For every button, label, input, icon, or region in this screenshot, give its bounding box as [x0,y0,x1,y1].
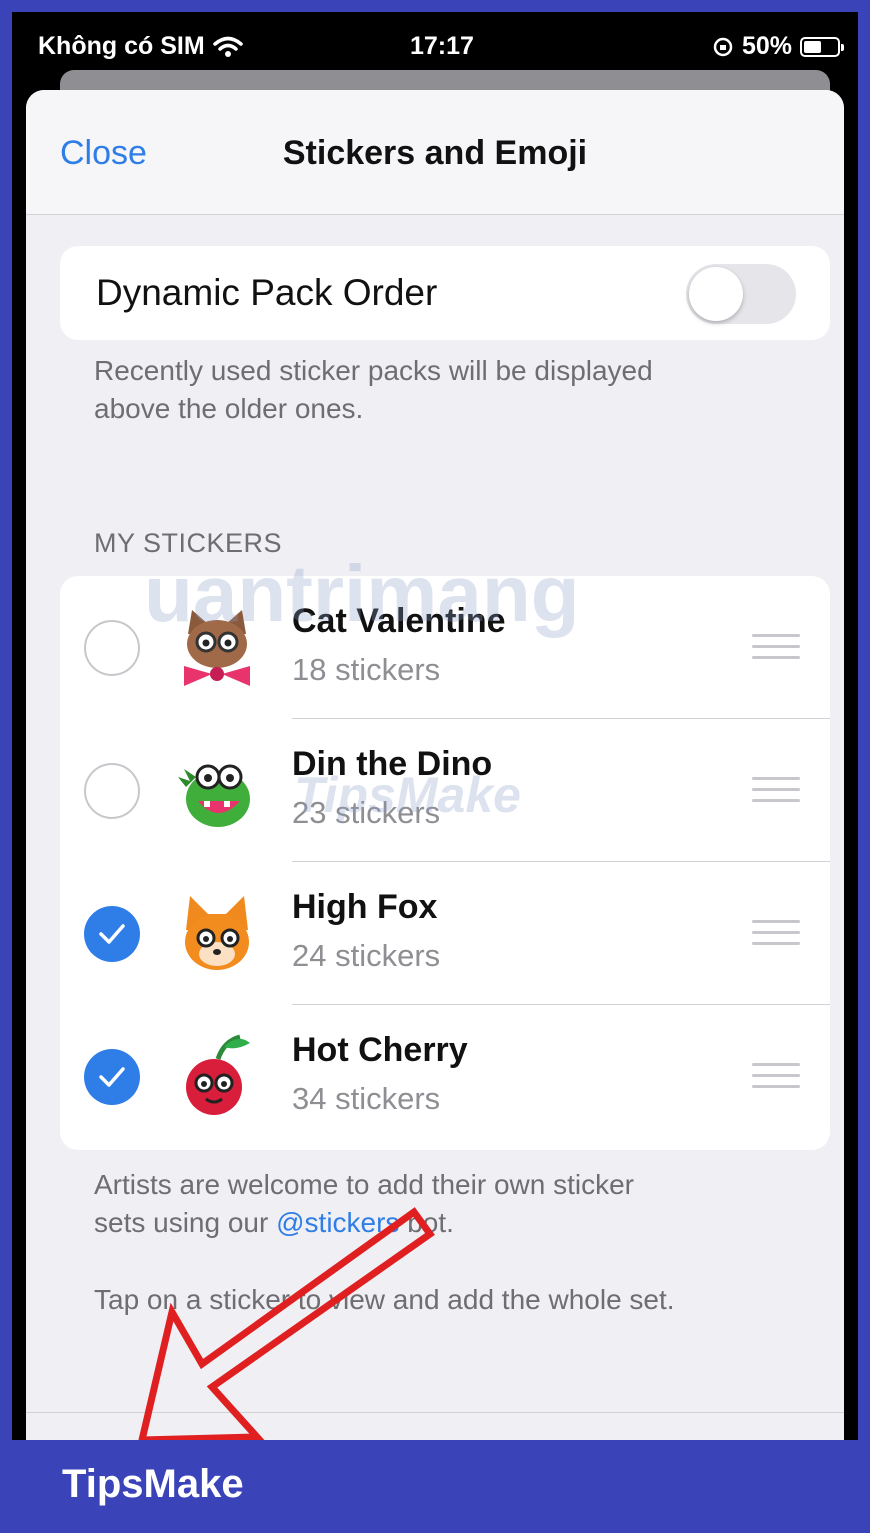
dynamic-pack-order-label: Dynamic Pack Order [96,272,438,313]
brand-logo: TipsMake [62,1462,244,1506]
sticker-pack-list: Cat Valentine 18 stickers Din the Dino 2… [60,576,830,1150]
clock: 17:17 [410,32,474,60]
pack-count: 18 stickers [292,652,441,687]
sticker-pack-row[interactable]: Hot Cherry 34 stickers [60,1005,830,1148]
dino-sticker-icon [178,764,250,827]
cat-sticker-icon [184,610,250,686]
footnote-text: sets using our [94,1207,277,1238]
wifi-icon [212,36,243,57]
sticker-pack-row[interactable]: Din the Dino 23 stickers [60,719,830,862]
checkmark-icon [99,924,125,944]
stickers-bot-link[interactable]: @stickers [276,1207,399,1238]
orientation-lock-icon [713,37,733,56]
pack-count: 34 stickers [292,1081,441,1116]
toggle-knob [689,267,743,321]
section-header-my-stickers: MY STICKERS [94,528,283,558]
pack-select-radio-checked[interactable] [84,1049,140,1105]
pack-count: 23 stickers [292,795,441,830]
carrier-label: Không có SIM [38,32,205,60]
drag-handle-icon[interactable] [752,634,800,660]
footnote-line: Recently used sticker packs will be disp… [94,355,653,386]
pack-title: Cat Valentine [292,602,506,640]
battery-status: 50% [712,32,844,61]
footnote-line: above the older ones. [94,393,364,424]
dynamic-pack-order-row: Dynamic Pack Order [60,246,830,340]
stickers-sheet: Close Stickers and Emoji Dynamic Pack Or… [26,90,844,1440]
battery-percent: 50% [741,32,792,60]
drag-handle-icon[interactable] [752,920,800,946]
page-title: Stickers and Emoji [282,134,588,172]
checkmark-icon [99,1067,125,1087]
dynamic-pack-order-toggle[interactable] [686,264,796,324]
pack-select-radio[interactable] [84,620,140,676]
bottom-divider [26,1412,844,1413]
tap-hint: Tap on a sticker to view and add the who… [94,1284,675,1315]
pack-title: Hot Cherry [292,1031,468,1069]
sticker-pack-row[interactable]: High Fox 24 stickers [60,862,830,1005]
carrier-status: Không có SIM [38,32,243,61]
pack-count: 24 stickers [292,938,441,973]
battery-icon [800,36,844,57]
nav-bar: Close Stickers and Emoji [26,90,844,215]
cherry-sticker-icon [186,1034,250,1115]
fox-sticker-icon [185,896,249,970]
pack-select-radio[interactable] [84,763,140,819]
dynamic-pack-footnote: Recently used sticker packs will be disp… [94,352,794,428]
footnote-line: sets using our @stickers bot. [94,1204,794,1242]
drag-handle-icon[interactable] [752,777,800,803]
artists-footnote: Artists are welcome to add their own sti… [94,1166,794,1242]
sticker-pack-row[interactable]: Cat Valentine 18 stickers [60,576,830,719]
footnote-text: bot. [399,1207,454,1238]
pack-title: High Fox [292,888,438,926]
footnote-line: Artists are welcome to add their own sti… [94,1169,634,1200]
drag-handle-icon[interactable] [752,1063,800,1089]
phone-screen: Không có SIM 17:17 50% Close Stickers an… [12,12,858,1440]
pack-select-radio-checked[interactable] [84,906,140,962]
pack-title: Din the Dino [292,745,493,783]
